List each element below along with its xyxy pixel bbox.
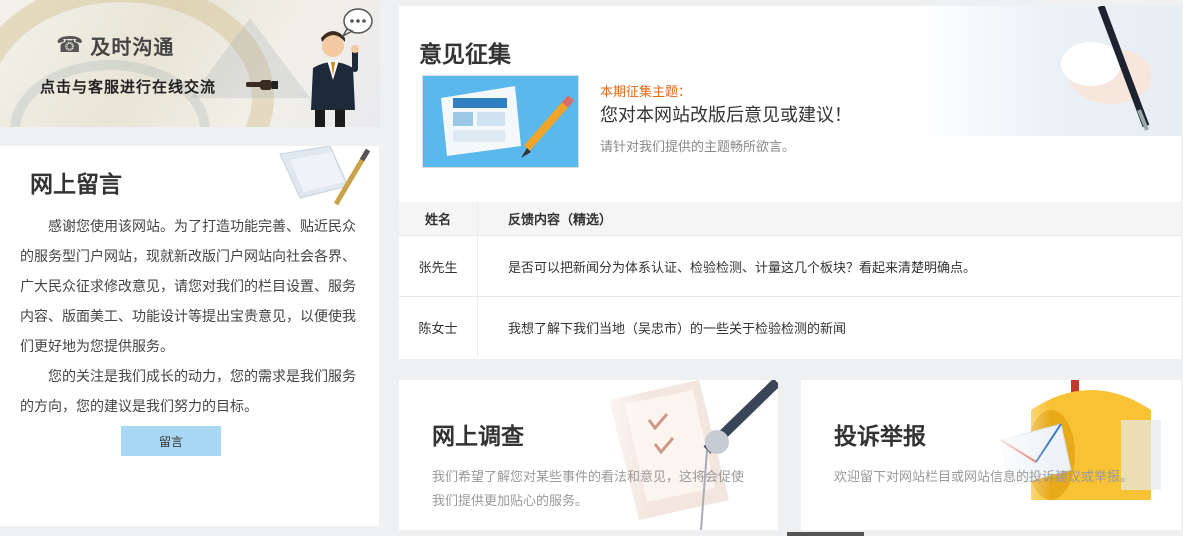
topic-hint: 请针对我们提供的主题畅所欲言。: [600, 140, 796, 155]
online-message-panel: 网上留言 感谢您使用该网站。为了打造功能完善、贴近民众的服务型门户网站，现就新改…: [0, 146, 379, 526]
envelope-pen-decoration: [279, 146, 371, 206]
message-paragraph: 感谢您使用该网站。为了打造功能完善、贴近民众的服务型门户网站，现就新改版门户网站…: [20, 219, 356, 355]
message-title: 网上留言: [30, 172, 122, 198]
opinion-collection-panel: 意见征集 本期征集主题： 您对本网站改版后意见或建议！ 请针对我们提供的主题畅所…: [399, 6, 1181, 359]
contact-subtitle: 点击与客服进行在线交流: [40, 78, 217, 96]
report-description: 欢迎留下对网站栏目或网站信息的投诉建议或举报。: [834, 470, 1134, 485]
feedback-name: 张先生: [399, 235, 478, 297]
feedback-content: 是否可以把新闻分为体系认证、检验检测、计量这几个板块？看起来清楚明确点。: [477, 235, 1181, 297]
website-redesign-thumbnail: [422, 75, 579, 168]
contact-title-text: 及时沟通: [90, 35, 175, 59]
column-header-feedback: 反馈内容（精选）: [477, 202, 1181, 236]
survey-description: 我们希望了解您对某些事件的看法和意见，这将会促使我们提供更加贴心的服务。: [432, 470, 745, 509]
table-row: 陈女士 我想了解下我们当地（吴忠市）的一些关于检验检测的新闻: [399, 296, 1181, 357]
complaint-report-card[interactable]: 投诉举报 欢迎留下对网站栏目或网站信息的投诉建议或举报。: [801, 380, 1181, 530]
report-title: 投诉举报: [834, 424, 926, 450]
feedback-table: 姓名 反馈内容（精选） 张先生 是否可以把新闻分为体系认证、检验检测、计量这几个…: [399, 202, 1181, 357]
message-intro: 感谢您使用该网站。为了打造功能完善、贴近民众的服务型门户网站，现就新改版门户网站…: [20, 212, 356, 422]
online-contact-banner[interactable]: ☎ 及时沟通 点击与客服进行在线交流: [0, 0, 380, 127]
survey-title: 网上调查: [432, 424, 524, 450]
topic-label: 本期征集主题：: [600, 85, 692, 100]
opinion-title: 意见征集: [419, 42, 511, 68]
chat-bubble-icon: [341, 8, 373, 37]
contact-title: ☎ 及时沟通: [56, 31, 174, 60]
phone-icon: ☎: [56, 33, 85, 58]
scroll-indicator: [787, 532, 864, 536]
hand-with-pen-icon: [1061, 6, 1151, 131]
header-decoration: [921, 6, 1181, 136]
pointing-hand-icon: [246, 80, 278, 90]
online-survey-card[interactable]: 网上调查 我们希望了解您对某些事件的看法和意见，这将会促使我们提供更加贴心的服务…: [399, 380, 778, 530]
mailbox-icon: [991, 380, 1161, 530]
topic-text: 您对本网站改版后意见或建议！: [600, 105, 852, 126]
feedback-content: 我想了解下我们当地（吴忠市）的一些关于检验检测的新闻: [477, 296, 1181, 357]
leave-message-button[interactable]: 留言: [121, 426, 221, 456]
table-row: 张先生 是否可以把新闻分为体系认证、检验检测、计量这几个板块？看起来清楚明确点。: [399, 235, 1181, 297]
column-header-name: 姓名: [399, 202, 478, 236]
message-paragraph: 您的关注是我们成长的动力，您的需求是我们服务的方向，您的建议是我们努力的目标。: [20, 369, 356, 415]
table-header-row: 姓名 反馈内容（精选）: [399, 202, 1181, 236]
feedback-name: 陈女士: [399, 296, 478, 357]
customer-service-person-icon: [311, 31, 359, 127]
